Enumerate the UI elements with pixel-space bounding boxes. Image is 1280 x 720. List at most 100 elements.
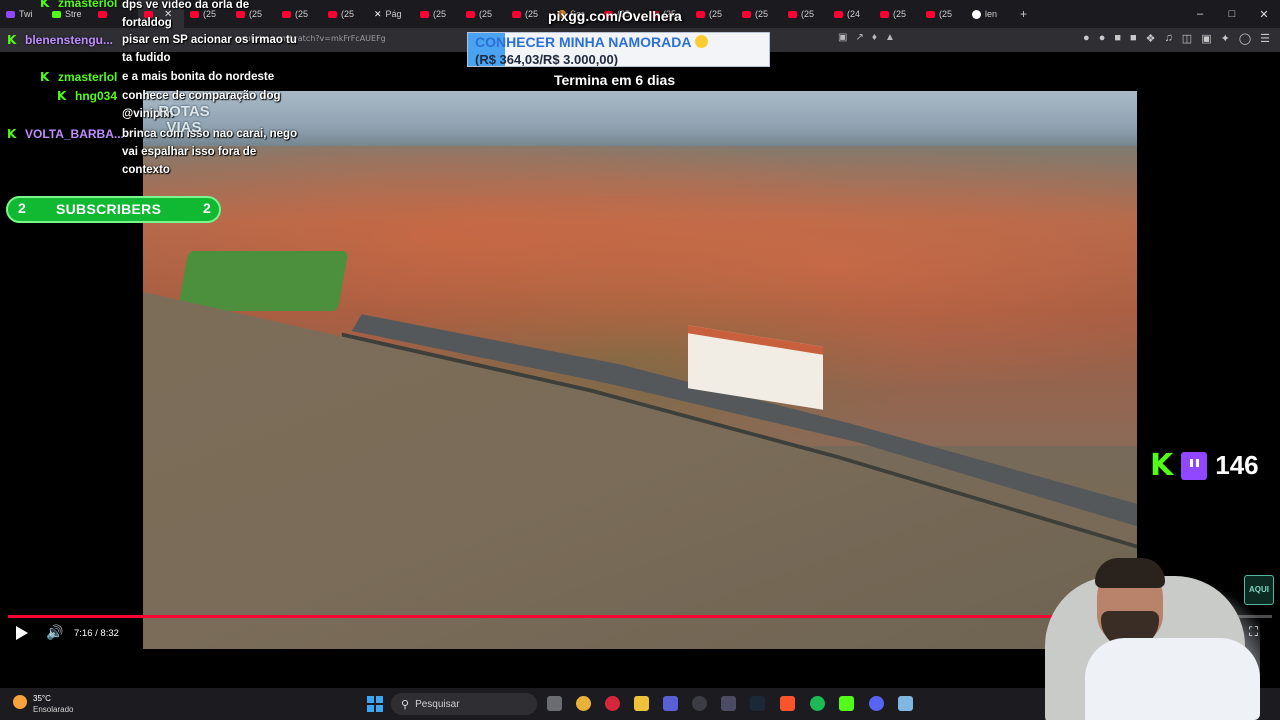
kick-app-icon[interactable] xyxy=(839,696,854,711)
leo-icon[interactable]: ✦ xyxy=(1221,32,1230,45)
wallet-icon[interactable]: ▣ xyxy=(1201,32,1211,45)
task-view-icon[interactable] xyxy=(547,696,562,711)
browser-tab-label: (25 xyxy=(525,9,539,19)
extension-icon[interactable]: ● xyxy=(1099,32,1106,45)
sidebar-icon[interactable]: ◫ xyxy=(1182,32,1192,45)
goal-title: CONHECER MINHA NAMORADA xyxy=(475,34,692,50)
browser-tab[interactable]: (25 xyxy=(782,0,828,28)
webcam-hair xyxy=(1095,558,1165,588)
youtube-icon xyxy=(834,10,843,18)
browser-tab[interactable]: (25 xyxy=(690,0,736,28)
app-icon[interactable] xyxy=(721,696,736,711)
chat-message-line: ta fudido xyxy=(122,52,171,64)
twitch-icon xyxy=(1181,451,1208,480)
youtube-icon xyxy=(420,10,429,18)
youtube-icon xyxy=(512,10,521,18)
kick-badge-icon: K xyxy=(7,127,17,141)
discord-icon[interactable] xyxy=(869,696,884,711)
chat-username[interactable]: VOLTA_BARBA... xyxy=(25,127,124,141)
kiss-emoji-icon xyxy=(695,35,709,48)
subs-left-count: 2 xyxy=(18,200,26,216)
browser-tab[interactable]: (25 xyxy=(506,0,552,28)
close-window-icon[interactable]: ✕ xyxy=(1248,8,1280,21)
chat-username[interactable]: zmasterlol xyxy=(58,70,117,84)
share-icon[interactable]: ↗ xyxy=(855,32,863,43)
play-icon[interactable] xyxy=(16,626,28,640)
youtube-icon xyxy=(788,10,797,18)
kick-badge-icon: K xyxy=(57,89,67,103)
browser-tab[interactable]: (25 xyxy=(460,0,506,28)
extension-icon[interactable]: ■ xyxy=(1130,32,1137,45)
youtube-icon xyxy=(466,10,475,18)
volume-icon[interactable]: 🔊 xyxy=(46,624,63,641)
viewer-count: 146 xyxy=(1215,450,1259,480)
extension-icon[interactable]: ■ xyxy=(1114,32,1121,45)
chat-username[interactable]: blenenstengu... xyxy=(25,33,113,47)
puzzle-icon[interactable]: ❖ xyxy=(1146,32,1156,45)
windows-start-icon[interactable] xyxy=(367,696,383,712)
youtube-icon xyxy=(742,10,751,18)
weather-description: Ensolarado xyxy=(33,705,74,714)
browser-tab-label: (25 xyxy=(479,9,493,19)
chat-username[interactable]: zmasterlol xyxy=(58,0,117,10)
youtube-icon xyxy=(696,10,705,18)
kick-badge-icon: K xyxy=(7,33,17,47)
taskbar-search[interactable]: ⚲ Pesquisar xyxy=(391,693,537,715)
browser-tab-label: (25 xyxy=(939,9,953,19)
google-icon xyxy=(972,9,981,19)
browser-tab-label: (25 xyxy=(893,9,907,19)
kick-badge-icon: K xyxy=(40,0,50,10)
subs-label: SUBSCRIBERS xyxy=(56,201,162,217)
search-placeholder: Pesquisar xyxy=(415,698,460,710)
chat-message-line: dps ve video da orla de xyxy=(122,0,250,11)
notepad-icon[interactable] xyxy=(898,696,913,711)
video-progress-fill xyxy=(8,615,1085,618)
screen: Twi Stre ✕ (25 (25 (25 (25 ✕ Pág (25 (25 (25 Sor (25(… xyxy=(0,0,1280,720)
webcam-blanket xyxy=(1085,638,1260,720)
browser-tab[interactable]: (25 xyxy=(920,0,966,28)
kick-badge-icon: K xyxy=(40,70,50,84)
brave-shield-icon[interactable]: ♦ xyxy=(872,32,877,43)
menu-icon[interactable]: ☰ xyxy=(1260,32,1270,45)
cast-icon[interactable]: ▣ xyxy=(838,32,847,43)
browser-tab-label: (25 xyxy=(709,9,723,19)
browser-tab[interactable]: (25 xyxy=(874,0,920,28)
browser-tab[interactable]: (25 xyxy=(736,0,782,28)
extension-icons: ● ● ■ ■ ❖ ♫ ◫ ▣ ✦ ◯ ☰ xyxy=(1083,32,1270,45)
chat-message-line: pisar em SP acionar os irmao tu xyxy=(122,34,297,46)
subscribers-counter: 2 SUBSCRIBERS 2 xyxy=(6,196,221,223)
minimize-icon[interactable]: – xyxy=(1184,8,1216,20)
opera-icon[interactable] xyxy=(605,696,620,711)
chat-message-line: e a mais bonita do nordeste xyxy=(122,71,275,83)
app-icon[interactable] xyxy=(663,696,678,711)
new-tab-icon[interactable]: + xyxy=(1012,7,1035,21)
vpn-icon[interactable]: ◯ xyxy=(1239,32,1251,45)
chat-username[interactable]: hng034 xyxy=(75,89,117,103)
weather-icon[interactable] xyxy=(13,695,27,709)
browser-tab[interactable]: (24 xyxy=(828,0,874,28)
x-icon: ✕ xyxy=(374,8,382,19)
brave-icon[interactable] xyxy=(780,696,795,711)
spotify-icon[interactable] xyxy=(810,696,825,711)
steam-icon[interactable] xyxy=(750,696,765,711)
browser-tab[interactable]: len xyxy=(966,0,1012,28)
browser-tab-label: Pág xyxy=(385,9,402,19)
brave-rewards-icon[interactable]: ▲ xyxy=(885,32,895,43)
pix-donation-url: pixgg.com/Ovelhera xyxy=(548,8,682,24)
browser-tab-label: (24 xyxy=(847,9,861,19)
browser-tab[interactable]: ✕ Pág xyxy=(368,0,414,28)
media-icon[interactable]: ♫ xyxy=(1165,32,1173,45)
video-time: 7:16 / 8:32 xyxy=(74,628,119,639)
goal-title-row: CONHECER MINHA NAMORADA xyxy=(475,34,709,50)
github-icon[interactable] xyxy=(692,696,707,711)
chat-message-line: fortaldog xyxy=(122,17,172,29)
maximize-icon[interactable]: □ xyxy=(1216,8,1248,20)
extension-icon[interactable]: ● xyxy=(1083,32,1090,45)
browser-tab[interactable]: (25 xyxy=(322,0,368,28)
browser-tab[interactable]: (25 xyxy=(414,0,460,28)
chrome-icon[interactable] xyxy=(576,696,591,711)
viewer-counter: K 146 xyxy=(1150,450,1259,481)
browser-tab-label: (25 xyxy=(755,9,769,19)
file-explorer-icon[interactable] xyxy=(634,696,649,711)
goal-amount: (R$ 364,03/R$ 3.000,00) xyxy=(475,52,619,67)
